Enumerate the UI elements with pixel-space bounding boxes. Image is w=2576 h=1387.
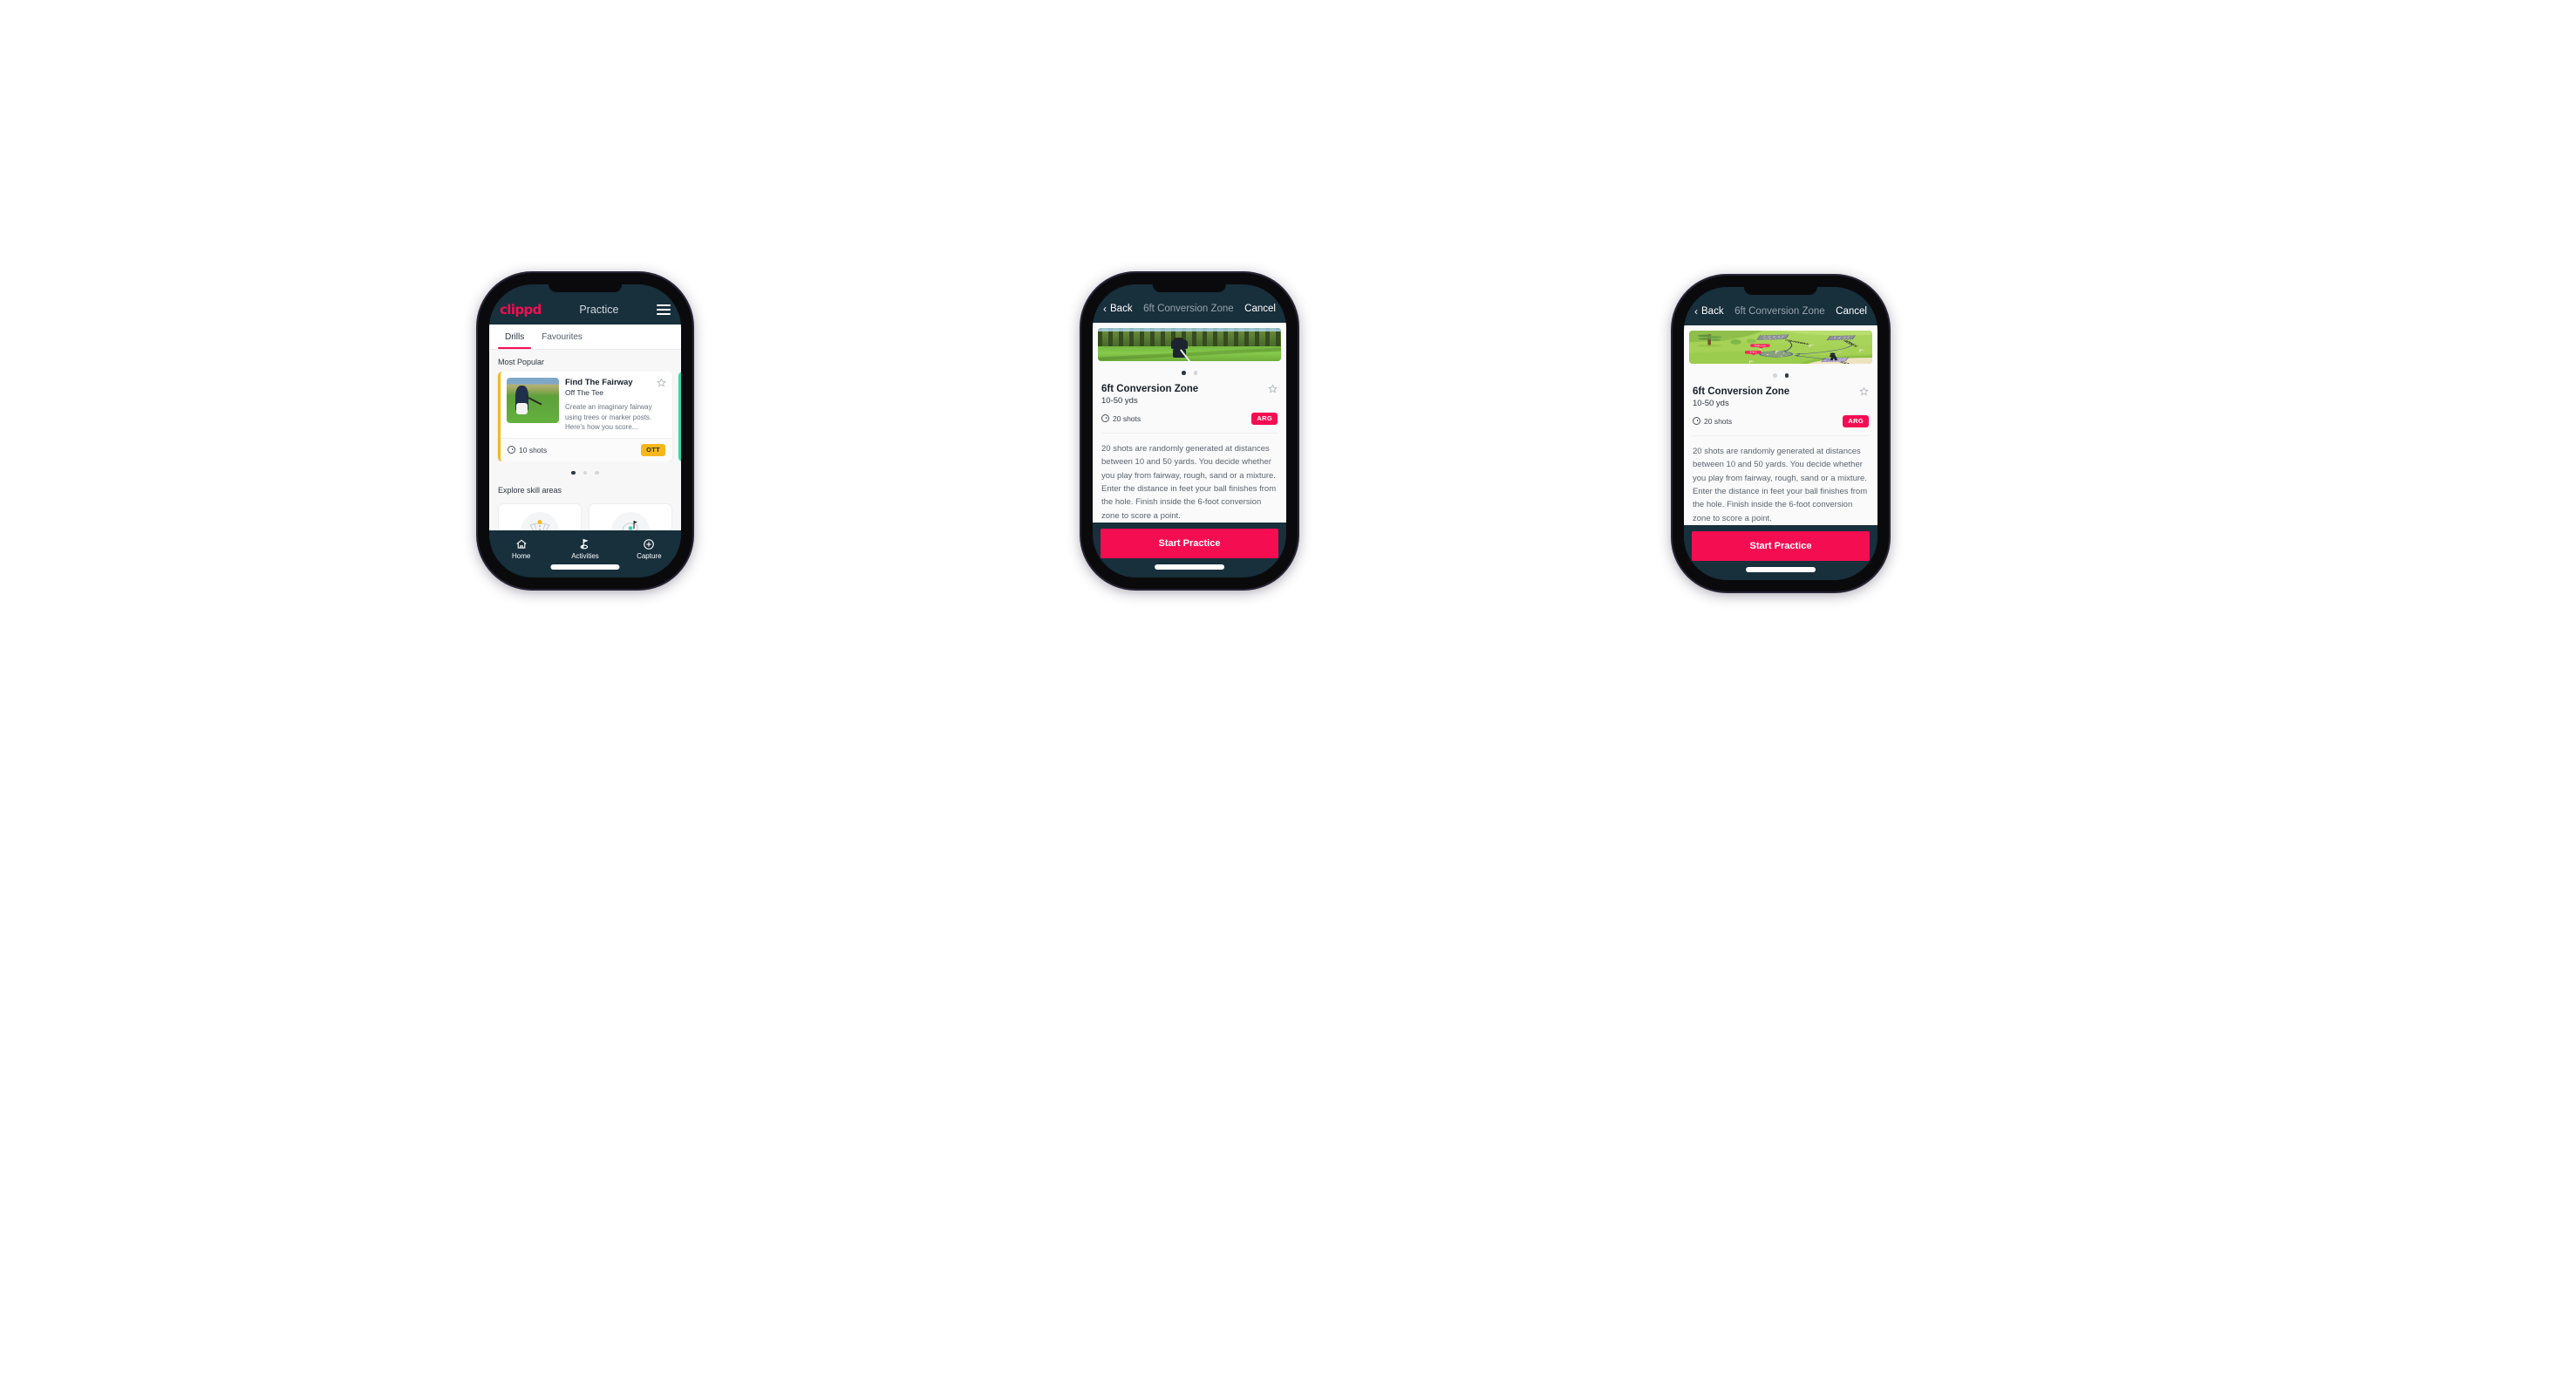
clock-icon bbox=[1101, 414, 1109, 423]
drill-card-peek[interactable] bbox=[678, 372, 681, 461]
back-button[interactable]: ‹ Back bbox=[1694, 306, 1724, 317]
tab-favourites[interactable]: Favourites bbox=[533, 325, 591, 349]
carousel-dot[interactable] bbox=[571, 470, 576, 475]
drill-shots: 20 shots bbox=[1693, 417, 1732, 426]
drill-card[interactable]: Find The Fairway Off The Tee Create an i… bbox=[498, 372, 672, 461]
hero-course-diagram[interactable]: FAIRWAY ROUGH SAND Miss Hit bbox=[1689, 331, 1872, 365]
tab-bar: Drills Favourites bbox=[489, 325, 681, 350]
drill-card-footer: 10 shots OTT bbox=[501, 437, 672, 461]
detail-content: FAIRWAY ROUGH SAND Miss Hit 6ft Conversi… bbox=[1684, 325, 1877, 525]
nav-label: Home bbox=[511, 552, 531, 560]
screen-practice-list: clippd Practice Drills Favourites Most P… bbox=[489, 284, 681, 577]
screen-drill-detail-illustration: ‹ Back 6ft Conversion Zone Cancel FAIRWA… bbox=[1684, 287, 1877, 580]
star-outline-icon[interactable] bbox=[1859, 386, 1869, 396]
phone-drill-detail-photo: ‹ Back 6ft Conversion Zone Cancel 6ft Co… bbox=[1081, 273, 1298, 589]
course-diagram-svg: FAIRWAY ROUGH SAND Miss Hit bbox=[1689, 331, 1872, 365]
start-practice-button[interactable]: Start Practice bbox=[1101, 529, 1278, 558]
screen-drill-detail-photo: ‹ Back 6ft Conversion Zone Cancel 6ft Co… bbox=[1093, 284, 1286, 577]
back-label: Back bbox=[1701, 306, 1724, 317]
drill-subtitle: Off The Tee bbox=[565, 388, 603, 397]
status-badge: ARG bbox=[1843, 414, 1869, 427]
hero-photo[interactable] bbox=[1098, 328, 1281, 362]
detail-title: 6ft Conversion Zone bbox=[1143, 304, 1234, 314]
drill-distance: 10-50 yds bbox=[1101, 395, 1138, 406]
back-label: Back bbox=[1110, 304, 1133, 314]
home-indicator bbox=[1746, 567, 1816, 572]
drill-carousel[interactable]: Find The Fairway Off The Tee Create an i… bbox=[489, 372, 681, 461]
skill-grid: Off The Tee Power and accuracy bbox=[489, 500, 681, 530]
bottom-navigation: Home Activities Capture bbox=[489, 530, 681, 577]
drill-shots-label: 20 shots bbox=[1704, 416, 1733, 426]
carousel-dot[interactable] bbox=[1784, 373, 1789, 378]
drill-title: 6ft Conversion Zone bbox=[1101, 383, 1199, 394]
drill-card-top: Find The Fairway Off The Tee Create an i… bbox=[501, 372, 672, 438]
golf-flag-icon bbox=[553, 537, 617, 550]
section-most-popular-label: Most Popular bbox=[498, 358, 545, 366]
drill-card-info: Find The Fairway Off The Tee Create an i… bbox=[565, 378, 666, 433]
svg-text:Hit: Hit bbox=[1750, 352, 1758, 353]
drill-shots: 10 shots bbox=[508, 446, 547, 454]
drill-description: 20 shots are randomly generated at dista… bbox=[1101, 443, 1277, 521]
tab-drills[interactable]: Drills bbox=[496, 325, 533, 349]
nav-label: Capture bbox=[637, 552, 662, 560]
approach-green-icon bbox=[611, 512, 650, 530]
detail-title: 6ft Conversion Zone bbox=[1734, 306, 1825, 317]
drill-description: Create an imaginary fairway using trees … bbox=[565, 403, 652, 432]
section-skills-label: Explore skill areas bbox=[498, 486, 562, 495]
cancel-button[interactable]: Cancel bbox=[1836, 306, 1867, 317]
carousel-dot[interactable] bbox=[1182, 371, 1186, 375]
carousel-dot[interactable] bbox=[1193, 371, 1197, 375]
drill-title: Find The Fairway bbox=[565, 378, 633, 387]
carousel-dot[interactable] bbox=[583, 470, 588, 475]
star-outline-icon[interactable] bbox=[1268, 384, 1278, 393]
svg-text:Miss: Miss bbox=[1755, 345, 1767, 346]
status-badge: ARG bbox=[1251, 412, 1278, 425]
drill-thumbnail bbox=[507, 378, 559, 423]
drill-shots: 20 shots bbox=[1101, 414, 1141, 423]
skill-card-approach[interactable]: Approach Dial-in to hit the green bbox=[589, 503, 672, 530]
star-outline-icon[interactable] bbox=[657, 378, 666, 387]
drill-shots-label: 10 shots bbox=[519, 445, 548, 454]
content-scroll[interactable]: Most Popular Find The Fairway Off The Te… bbox=[489, 350, 681, 530]
screenshot-stage: clippd Practice Drills Favourites Most P… bbox=[0, 0, 2576, 1387]
drill-title: 6ft Conversion Zone bbox=[1693, 386, 1790, 397]
carousel-dot[interactable] bbox=[1773, 373, 1777, 378]
device-notch bbox=[549, 284, 622, 292]
hamburger-icon[interactable] bbox=[657, 304, 671, 315]
detail-meta: 6ft Conversion Zone 10-50 yds 20 shots A… bbox=[1093, 379, 1286, 434]
clock-icon bbox=[508, 446, 515, 454]
device-notch bbox=[1152, 284, 1227, 292]
chevron-left-icon: ‹ bbox=[1103, 303, 1107, 315]
carousel-dots bbox=[489, 461, 681, 479]
plus-circle-icon bbox=[617, 537, 681, 550]
status-badge: OTT bbox=[641, 443, 665, 456]
carousel-dot[interactable] bbox=[595, 470, 599, 475]
clock-icon bbox=[1693, 417, 1700, 426]
detail-meta: 6ft Conversion Zone 10-50 yds 20 shots A… bbox=[1684, 381, 1877, 436]
drill-distance: 10-50 yds bbox=[1693, 398, 1729, 408]
page-title: Practice bbox=[579, 304, 619, 316]
start-practice-button[interactable]: Start Practice bbox=[1692, 531, 1870, 561]
tee-fan-icon bbox=[521, 512, 559, 530]
cancel-button[interactable]: Cancel bbox=[1244, 304, 1276, 314]
phone-drill-detail-illustration: ‹ Back 6ft Conversion Zone Cancel FAIRWA… bbox=[1673, 276, 1889, 591]
back-button[interactable]: ‹ Back bbox=[1103, 304, 1133, 314]
carousel-dots bbox=[1684, 364, 1877, 381]
nav-item-home[interactable]: Home bbox=[489, 537, 553, 560]
home-icon bbox=[489, 537, 553, 550]
phone-practice-list: clippd Practice Drills Favourites Most P… bbox=[478, 273, 692, 589]
home-indicator bbox=[1155, 564, 1224, 570]
drill-description: 20 shots are randomly generated at dista… bbox=[1693, 446, 1868, 523]
carousel-dots bbox=[1093, 361, 1286, 379]
chevron-left-icon: ‹ bbox=[1694, 305, 1698, 318]
detail-content: 6ft Conversion Zone 10-50 yds 20 shots A… bbox=[1093, 323, 1286, 523]
nav-item-capture[interactable]: Capture bbox=[617, 537, 681, 560]
clippd-logo: clippd bbox=[500, 302, 542, 318]
home-indicator bbox=[550, 564, 620, 570]
skill-card-off-the-tee[interactable]: Off The Tee Power and accuracy bbox=[498, 503, 582, 530]
nav-label: Activities bbox=[571, 552, 599, 560]
nav-item-activities[interactable]: Activities bbox=[553, 537, 617, 560]
drill-shots-label: 20 shots bbox=[1113, 413, 1141, 423]
device-notch bbox=[1743, 287, 1818, 295]
